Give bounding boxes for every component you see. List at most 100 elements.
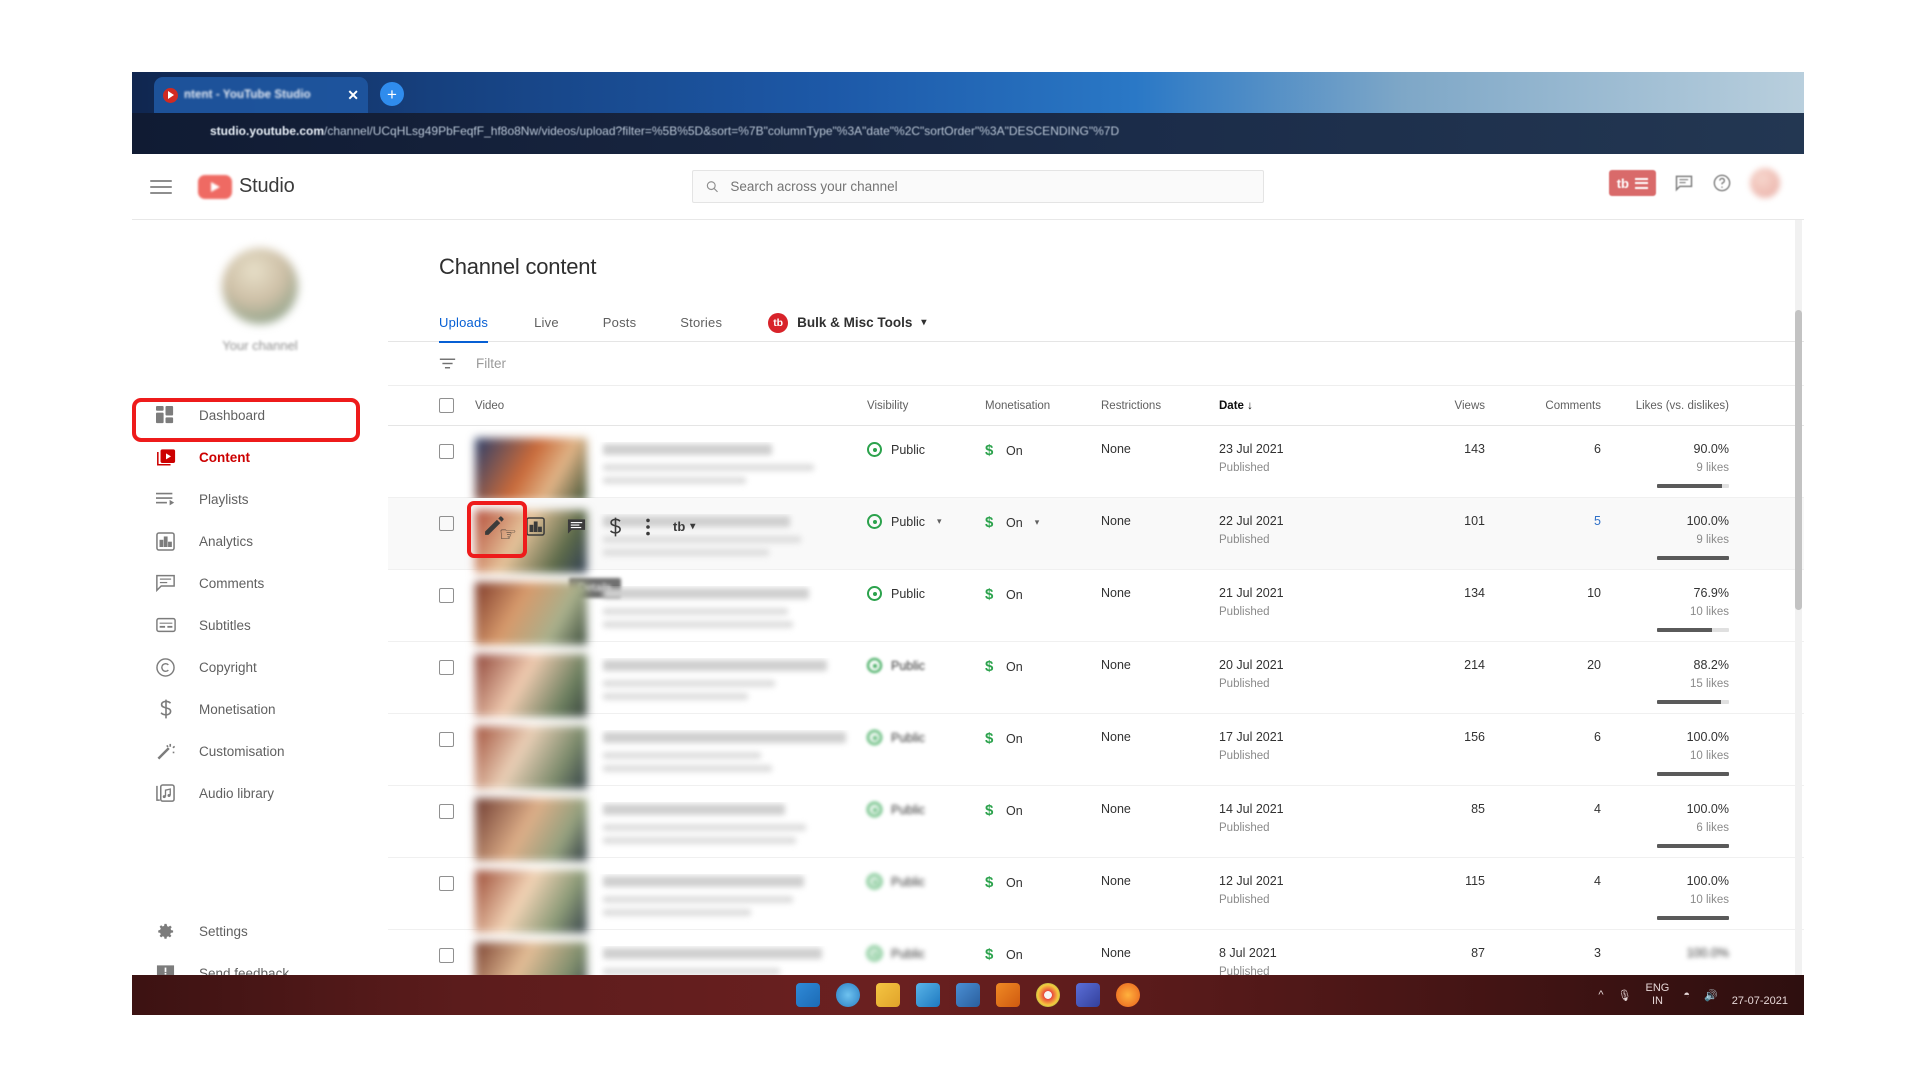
sidebar-item-comments[interactable]: Comments: [132, 562, 388, 604]
table-row[interactable]: Public$OnNone23 Jul 2021Published143690.…: [388, 426, 1804, 498]
sidebar-item-customisation[interactable]: Customisation: [132, 730, 388, 772]
table-row[interactable]: Public$OnNone14 Jul 2021Published854100.…: [388, 786, 1804, 858]
video-cell[interactable]: [475, 874, 867, 933]
video-title[interactable]: [603, 660, 827, 671]
visibility-cell[interactable]: Public: [867, 730, 985, 745]
table-row[interactable]: Public$OnNone12 Jul 2021Published1154100…: [388, 858, 1804, 930]
start-icon[interactable]: [796, 983, 820, 1007]
comments-cell[interactable]: 4: [1485, 802, 1601, 816]
visibility-cell[interactable]: Public: [867, 442, 985, 457]
monetisation-cell[interactable]: $On: [985, 658, 1101, 675]
sidebar-item-audio-library[interactable]: Audio library: [132, 772, 388, 814]
analytics-icon[interactable]: [526, 517, 545, 536]
video-thumbnail[interactable]: [475, 438, 587, 501]
channel-summary[interactable]: Your channel: [132, 220, 388, 394]
tab-live[interactable]: Live: [512, 304, 581, 342]
tubebuddy-row-menu[interactable]: tb▾: [673, 519, 695, 534]
video-title[interactable]: [603, 876, 804, 887]
video-editor-icon[interactable]: [1076, 983, 1100, 1007]
filter-icon[interactable]: [439, 357, 456, 370]
plus-icon[interactable]: +: [380, 82, 404, 106]
tab-stories[interactable]: Stories: [658, 304, 744, 342]
comments-cell[interactable]: 5: [1485, 514, 1601, 528]
video-cell[interactable]: [475, 730, 867, 789]
comments-cell[interactable]: 3: [1485, 946, 1601, 960]
video-cell[interactable]: [475, 442, 867, 501]
visibility-cell[interactable]: Public: [867, 874, 985, 889]
video-cell[interactable]: [475, 802, 867, 861]
video-cell[interactable]: [475, 586, 867, 645]
row-checkbox[interactable]: [439, 658, 475, 675]
sidebar-item-analytics[interactable]: Analytics: [132, 520, 388, 562]
search-bar[interactable]: [692, 170, 1264, 203]
language-indicator[interactable]: ENG IN: [1646, 982, 1670, 1007]
sidebar-item-dashboard[interactable]: Dashboard: [132, 394, 388, 436]
comments-cell[interactable]: 20: [1485, 658, 1601, 672]
column-header-video[interactable]: Video: [475, 400, 867, 412]
column-header-likes[interactable]: Likes (vs. dislikes): [1601, 400, 1729, 412]
chevron-up-icon[interactable]: ^: [1598, 989, 1603, 1001]
visibility-cell[interactable]: Public: [867, 802, 985, 817]
microphone-icon[interactable]: 🎙: [1618, 989, 1632, 1002]
video-title[interactable]: [603, 804, 785, 815]
row-checkbox[interactable]: [439, 946, 475, 963]
row-checkbox[interactable]: [439, 874, 475, 891]
help-icon[interactable]: [1712, 173, 1732, 193]
video-title[interactable]: [603, 948, 822, 959]
video-thumbnail[interactable]: [475, 582, 587, 645]
row-checkbox[interactable]: [439, 442, 475, 459]
comments-cell[interactable]: 6: [1485, 730, 1601, 744]
monetisation-cell[interactable]: $On: [985, 946, 1101, 963]
video-cell[interactable]: [475, 658, 867, 717]
comments-cell[interactable]: 10: [1485, 586, 1601, 600]
monetisation-cell[interactable]: $On: [985, 442, 1101, 459]
video-thumbnail[interactable]: [475, 654, 587, 717]
row-checkbox[interactable]: [439, 514, 475, 531]
mail-icon[interactable]: [916, 983, 940, 1007]
tab-uploads[interactable]: Uploads: [439, 304, 512, 342]
scrollbar-thumb[interactable]: [1795, 310, 1802, 610]
visibility-cell[interactable]: Public: [867, 946, 985, 961]
chevron-down-icon[interactable]: ▾: [1035, 517, 1040, 528]
bulk-misc-tools-button[interactable]: tb Bulk & Misc Tools ▾: [768, 313, 926, 333]
sidebar-item-content[interactable]: Content: [132, 436, 388, 478]
file-explorer-icon[interactable]: [876, 983, 900, 1007]
sidebar-item-settings[interactable]: Settings: [132, 910, 388, 952]
edit-details-icon[interactable]: ☞: [483, 516, 504, 537]
table-row[interactable]: Public▾$On▾None22 Jul 2021Published10151…: [388, 498, 1804, 570]
chevron-down-icon[interactable]: ▾: [937, 516, 942, 527]
monetisation-cell[interactable]: $On: [985, 730, 1101, 747]
chrome-icon[interactable]: [1036, 983, 1060, 1007]
select-all-checkbox[interactable]: [439, 398, 475, 413]
video-title[interactable]: [603, 588, 809, 599]
sidebar-item-monetisation[interactable]: Monetisation: [132, 688, 388, 730]
video-title[interactable]: [603, 732, 846, 743]
column-header-monetisation[interactable]: Monetisation: [985, 400, 1101, 412]
monetisation-cell[interactable]: $On▾: [985, 514, 1101, 531]
firefox-icon[interactable]: [1116, 983, 1140, 1007]
row-checkbox[interactable]: [439, 730, 475, 747]
comments-cell[interactable]: 4: [1485, 874, 1601, 888]
column-header-comments[interactable]: Comments: [1485, 400, 1601, 412]
column-header-restrictions[interactable]: Restrictions: [1101, 400, 1219, 412]
volume-icon[interactable]: 🔊: [1704, 989, 1718, 1002]
sidebar-item-playlists[interactable]: Playlists: [132, 478, 388, 520]
clock[interactable]: 27-07-2021: [1732, 982, 1788, 1008]
comments-icon[interactable]: [567, 518, 586, 535]
close-icon[interactable]: ✕: [347, 88, 359, 102]
comments-icon[interactable]: [1674, 173, 1694, 193]
monetisation-cell[interactable]: $On: [985, 586, 1101, 603]
visibility-cell[interactable]: Public: [867, 658, 985, 673]
sidebar-item-copyright[interactable]: Copyright: [132, 646, 388, 688]
more-options-icon[interactable]: [645, 517, 651, 537]
tubebuddy-extension-button[interactable]: tb: [1609, 170, 1656, 196]
search-input[interactable]: [730, 179, 1251, 194]
monetisation-cell[interactable]: $On: [985, 802, 1101, 819]
monetisation-cell[interactable]: $On: [985, 874, 1101, 891]
comments-cell[interactable]: 6: [1485, 442, 1601, 456]
studio-logo[interactable]: Studio: [198, 175, 295, 199]
hamburger-icon[interactable]: [150, 176, 172, 198]
visibility-cell[interactable]: Public: [867, 586, 985, 601]
video-thumbnail[interactable]: [475, 798, 587, 861]
browser-tab[interactable]: ntent - YouTube Studio ✕: [154, 77, 368, 113]
